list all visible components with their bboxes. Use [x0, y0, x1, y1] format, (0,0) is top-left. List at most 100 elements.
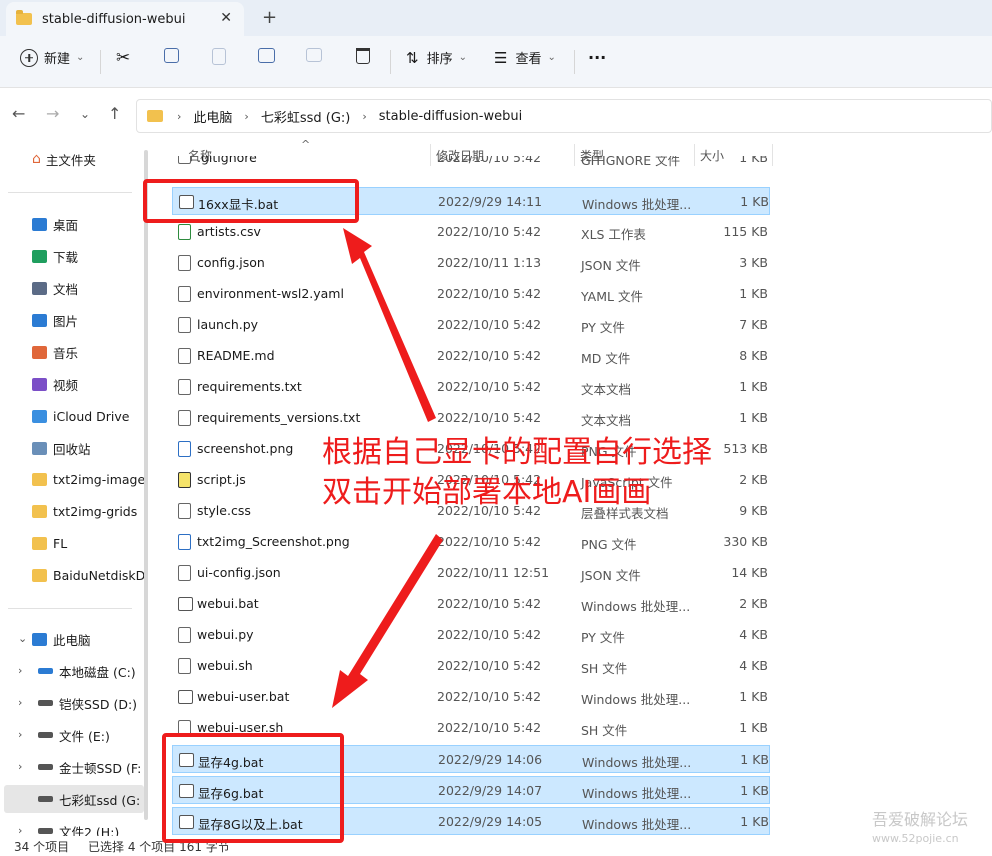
breadcrumb-drive-g[interactable]: 七彩虹ssd (G:) — [261, 107, 351, 126]
file-date: 2022/10/10 5:42 — [437, 689, 542, 704]
sidebar-item-this-pc[interactable]: 此电脑 — [32, 625, 150, 653]
file-row[interactable]: environment-wsl2.yaml 2022/10/10 5:42 YAML… — [172, 280, 770, 308]
file-type: Windows 批处理... — [582, 817, 692, 832]
file-row[interactable]: requirements.txt 2022/10/10 5:42 文本文档 1 KB — [172, 373, 770, 401]
sidebar-item-quick[interactable]: 文档 — [32, 274, 150, 302]
new-button[interactable]: 新建 ⌄ — [20, 48, 84, 67]
chevron-right-icon[interactable]: › — [18, 760, 22, 773]
column-divider[interactable] — [772, 144, 773, 166]
chevron-down-icon[interactable]: ⌄ — [18, 632, 27, 645]
rename-button[interactable] — [258, 48, 275, 63]
sidebar-item-home[interactable]: ⌂ 主文件夹 — [32, 145, 150, 173]
file-row[interactable]: webui.py 2022/10/10 5:42 PY 文件 4 KB — [172, 621, 770, 649]
file-size: 513 KB — [723, 441, 768, 456]
file-row[interactable]: .gitignore 2022/10/10 5:42 GITIGNORE 文件 1 K… — [172, 156, 770, 170]
sidebar-item-quick[interactable]: 下载 — [32, 242, 150, 270]
chevron-right-icon[interactable]: › — [18, 728, 22, 741]
file-name: webui-user.sh — [197, 720, 284, 735]
sidebar-item-label: 文件2 (H:) — [59, 824, 120, 837]
delete-button[interactable] — [356, 48, 370, 64]
file-row[interactable]: webui-user.bat 2022/10/10 5:42 Windows 批处理… — [172, 683, 770, 711]
sidebar-item-quick[interactable]: 图片 — [32, 306, 150, 334]
file-row[interactable]: webui.sh 2022/10/10 5:42 SH 文件 4 KB — [172, 652, 770, 680]
back-arrow-icon[interactable]: ← — [12, 104, 25, 123]
up-arrow-icon[interactable]: ↑ — [108, 104, 121, 123]
file-date: 2022/10/10 5:42 — [437, 441, 542, 456]
sidebar-item-drive[interactable]: 文件 (E:) — [38, 721, 150, 749]
paste-button[interactable] — [212, 48, 226, 65]
file-date: 2022/10/10 5:42 — [437, 348, 542, 363]
cut-button[interactable]: ✂ — [116, 48, 130, 68]
sidebar-item-label: FL — [53, 535, 68, 551]
file-row[interactable]: ui-config.json 2022/10/11 12:51 JSON 文件 14 … — [172, 559, 770, 587]
spreadsheet-file-icon — [178, 224, 191, 240]
toolbar-divider — [390, 50, 391, 74]
sidebar-item-drive[interactable]: 铠侠SSD (D:) — [38, 689, 150, 717]
sidebar-item-label: 音乐 — [53, 345, 79, 361]
home-icon: ⌂ — [32, 151, 41, 167]
sidebar-item-quick[interactable]: 视频 — [32, 370, 150, 398]
sort-button[interactable]: ⇅ 排序 ⌄ — [406, 48, 467, 68]
sidebar-scrollbar[interactable] — [144, 150, 148, 820]
sidebar-item-folder[interactable]: txt2img-grids — [32, 497, 150, 525]
file-row[interactable]: 显存4g.bat 2022/9/29 14:06 Windows 批处理... 1 K… — [172, 745, 770, 773]
copy-button[interactable] — [164, 48, 179, 63]
list-view-icon: ☰ — [494, 48, 508, 67]
address-bar[interactable]: › 此电脑 › 七彩虹ssd (G:) › stable-diffusion-w… — [136, 99, 992, 133]
sidebar-item-quick[interactable]: 音乐 — [32, 338, 150, 366]
file-size: 2 KB — [739, 472, 768, 487]
new-tab-button[interactable]: + — [262, 7, 277, 28]
file-type: XLS 工作表 — [581, 227, 646, 242]
file-row[interactable]: README.md 2022/10/10 5:42 MD 文件 8 KB — [172, 342, 770, 370]
explorer-tab[interactable]: stable-diffusion-webui ✕ — [6, 2, 244, 36]
file-row[interactable]: script.js 2022/10/10 5:42 JavaScript 文件 2 K… — [172, 466, 770, 494]
file-date: 2022/10/10 5:42 — [437, 410, 542, 425]
file-name: 显存4g.bat — [198, 755, 264, 770]
file-name: artists.csv — [197, 224, 261, 239]
sidebar-item-folder[interactable]: txt2img-image — [32, 465, 150, 493]
file-row[interactable]: requirements_versions.txt 2022/10/10 5:42… — [172, 404, 770, 432]
new-button-label: 新建 — [44, 52, 71, 67]
file-row[interactable]: config.json 2022/10/11 1:13 JSON 文件 3 KB — [172, 249, 770, 277]
file-type: GITIGNORE 文件 — [581, 156, 681, 168]
sidebar-item-drive[interactable]: 文件2 (H:) — [38, 817, 150, 836]
share-button[interactable] — [306, 48, 322, 62]
sidebar-item-drive[interactable]: 本地磁盘 (C:) — [38, 657, 150, 685]
view-button[interactable]: ☰ 查看 ⌄ — [494, 48, 556, 68]
chevron-right-icon[interactable]: › — [18, 824, 22, 836]
desktop-icon — [32, 217, 47, 231]
file-row[interactable]: artists.csv 2022/10/10 5:42 XLS 工作表 115 KB — [172, 218, 770, 246]
sidebar-item-quick[interactable]: 回收站 — [32, 434, 150, 462]
chevron-right-icon[interactable]: › — [18, 664, 22, 677]
close-tab-button[interactable]: ✕ — [220, 10, 232, 26]
forward-arrow-icon[interactable]: → — [46, 104, 59, 123]
drive-icon — [38, 732, 53, 738]
batch-file-icon — [179, 815, 194, 829]
file-icon — [178, 410, 191, 426]
file-name: script.js — [197, 472, 246, 487]
file-row[interactable]: screenshot.png 2022/10/10 5:42 PNG 文件 513 K… — [172, 435, 770, 463]
sidebar-item-quick[interactable]: 桌面 — [32, 210, 150, 238]
breadcrumb-this-pc[interactable]: 此电脑 — [193, 107, 232, 126]
sidebar-item-drive[interactable]: 金士顿SSD (F: — [38, 753, 150, 781]
breadcrumb-current-folder[interactable]: stable-diffusion-webui — [379, 109, 522, 124]
document-icon — [32, 281, 47, 295]
more-options-button[interactable]: ··· — [588, 48, 606, 67]
sidebar-item-drive[interactable]: 七彩虹ssd (G: — [4, 785, 144, 813]
file-row[interactable]: launch.py 2022/10/10 5:42 PY 文件 7 KB — [172, 311, 770, 339]
file-row[interactable]: 显存6g.bat 2022/9/29 14:07 Windows 批处理... 1 K… — [172, 776, 770, 804]
folder-icon — [147, 110, 163, 122]
chevron-right-icon[interactable]: › — [18, 696, 22, 709]
file-row[interactable]: 16xx显卡.bat 2022/9/29 14:11 Windows 批处理... 1… — [172, 187, 770, 215]
file-row[interactable]: 显存8G以及上.bat 2022/9/29 14:05 Windows 批处理...… — [172, 807, 770, 835]
file-row[interactable]: txt2img_Screenshot.png 2022/10/10 5:42 PNG… — [172, 528, 770, 556]
sidebar-item-folder[interactable]: BaiduNetdiskD — [32, 561, 150, 589]
drive-icon — [38, 796, 53, 802]
recent-chevron-icon[interactable]: ⌄ — [80, 107, 90, 121]
file-row[interactable]: webui.bat 2022/10/10 5:42 Windows 批处理... 2 … — [172, 590, 770, 618]
sidebar-item-folder[interactable]: FL — [32, 529, 150, 557]
file-row[interactable]: webui-user.sh 2022/10/10 5:42 SH 文件 1 KB — [172, 714, 770, 742]
file-date: 2022/10/10 5:42 — [437, 658, 542, 673]
sidebar-item-quick[interactable]: iCloud Drive — [32, 402, 150, 430]
file-row[interactable]: style.css 2022/10/10 5:42 层叠样式表文档 9 KB — [172, 497, 770, 525]
